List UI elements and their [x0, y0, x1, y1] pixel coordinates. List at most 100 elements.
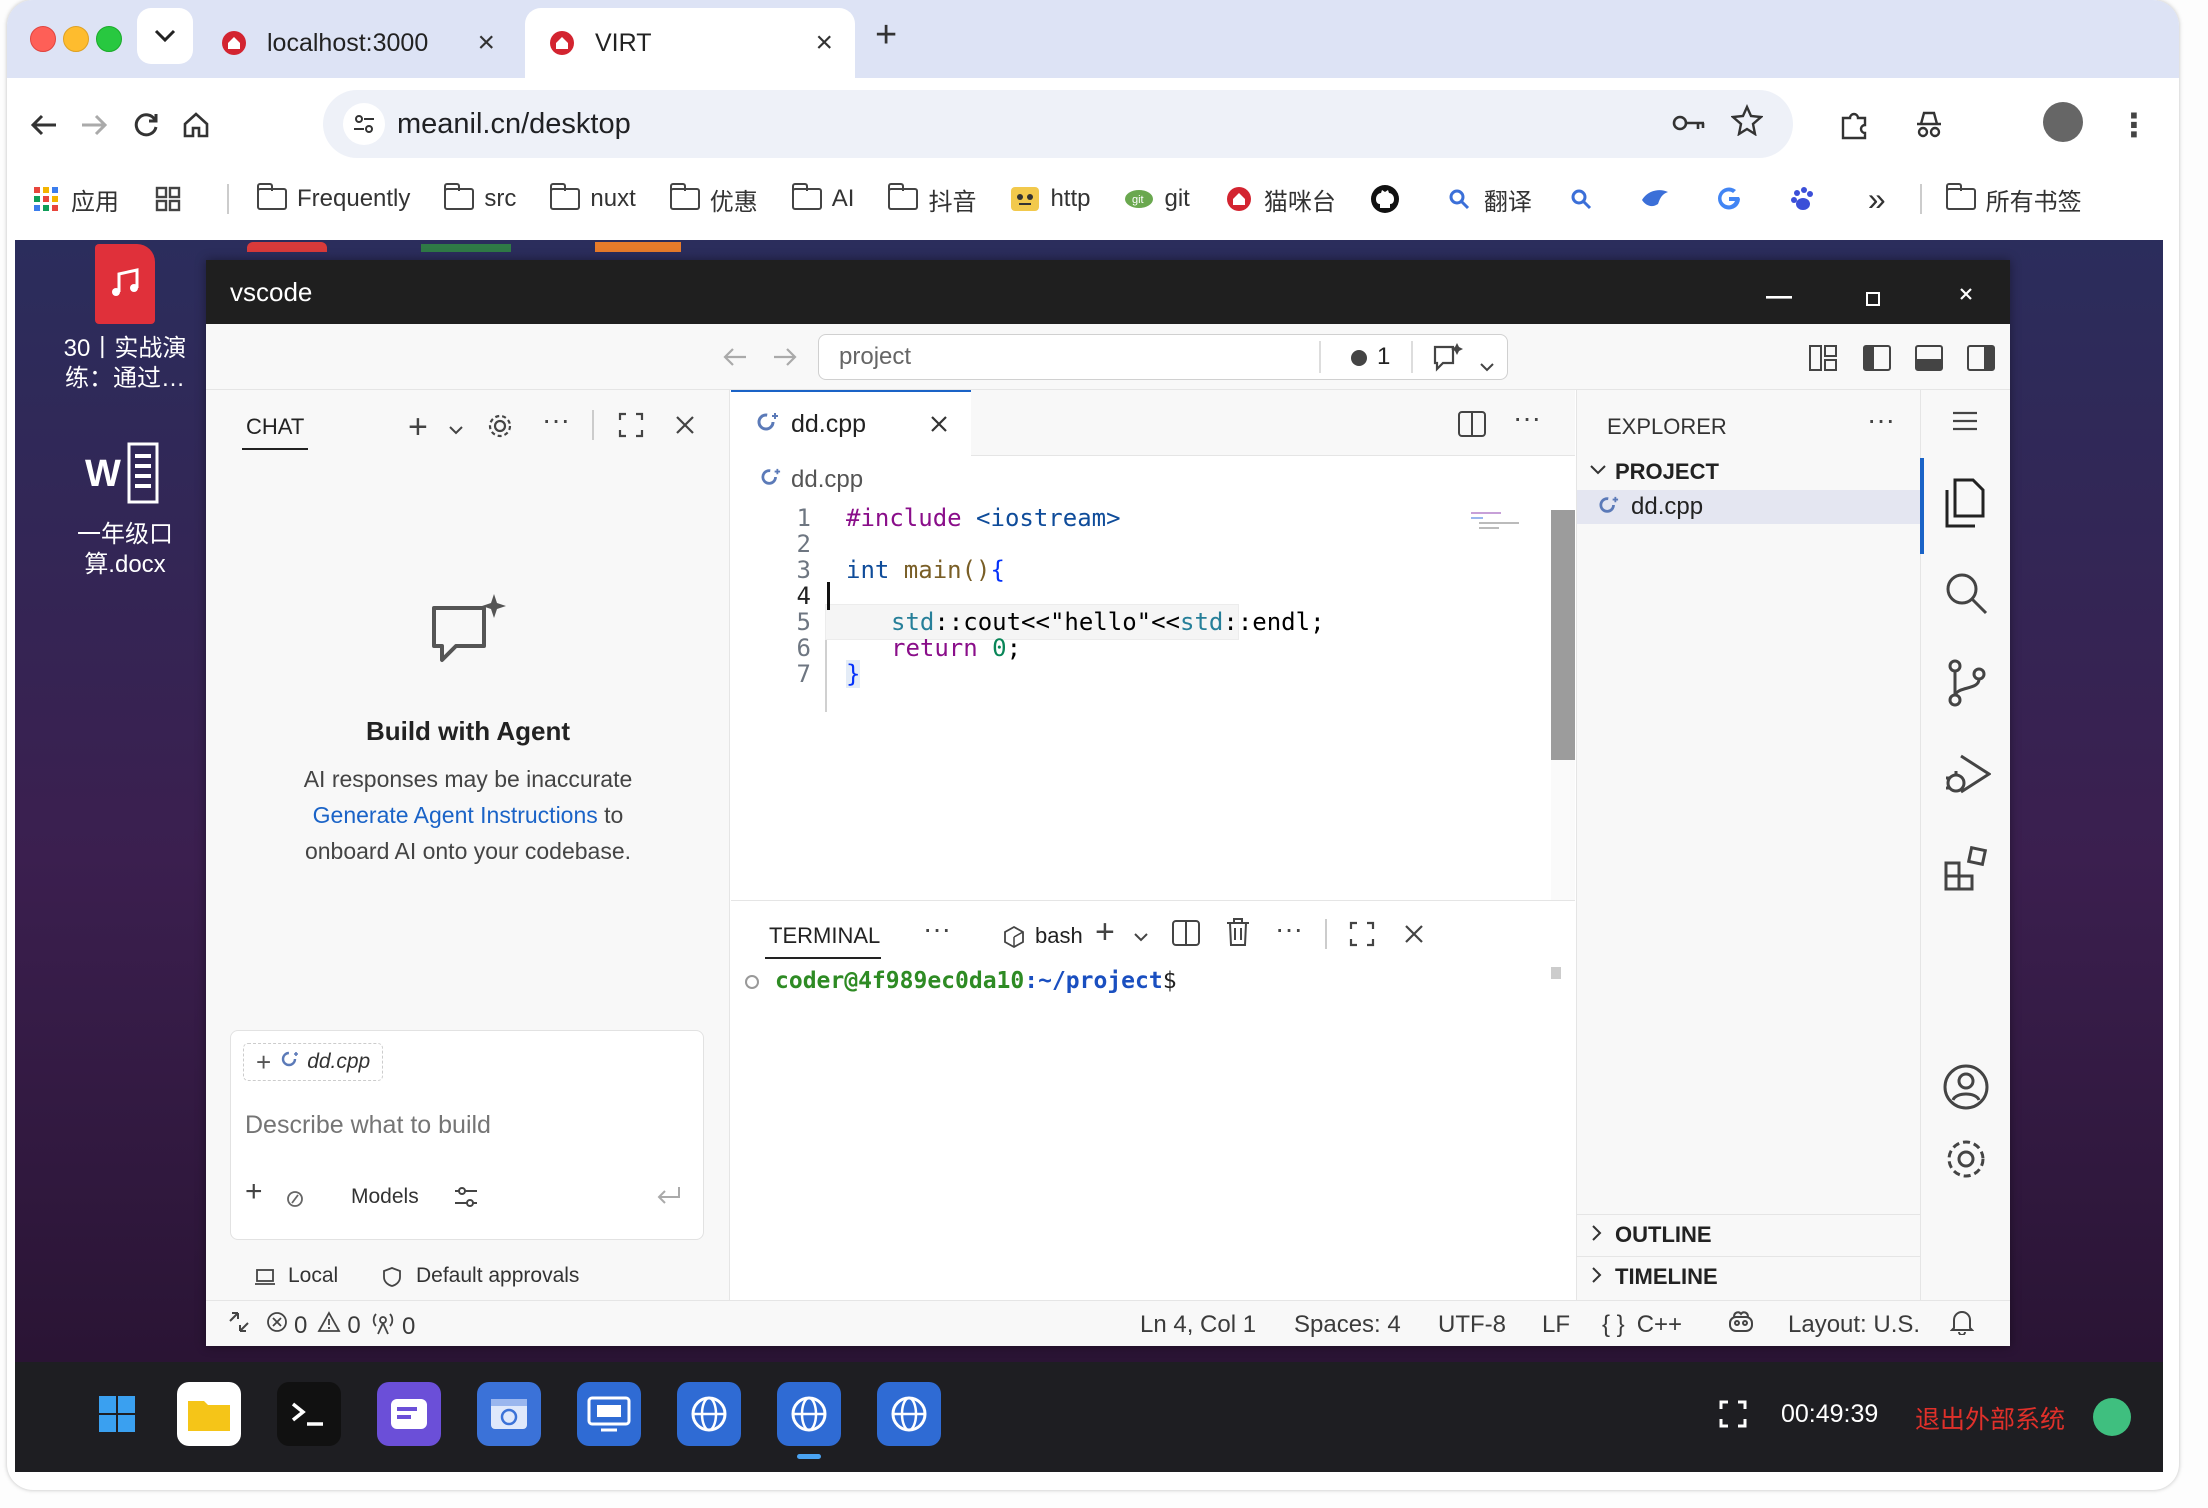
maximize-panel-icon[interactable]: [618, 412, 644, 443]
bookmark-google[interactable]: [1714, 186, 1754, 212]
close-window-button[interactable]: [30, 26, 56, 52]
extensions-puzzle-icon[interactable]: [1837, 108, 1871, 142]
bookmark-apps[interactable]: 应用: [31, 182, 119, 217]
source-control-icon[interactable]: [1945, 658, 1989, 713]
new-tab-button[interactable]: +: [875, 14, 897, 57]
explorer-file-dd-cpp[interactable]: dd.cpp: [1577, 490, 1921, 524]
bookmark-bird[interactable]: [1640, 186, 1680, 212]
terminal-shell-label[interactable]: bash: [1035, 923, 1083, 949]
close-tab-icon[interactable]: ×: [815, 26, 833, 60]
minimap[interactable]: [1471, 512, 1533, 538]
problems-indicator[interactable]: 0 0: [266, 1311, 361, 1340]
notifications-bell-icon[interactable]: [1949, 1309, 1975, 1342]
bookmark-frequently[interactable]: Frequently: [257, 183, 410, 213]
scrollbar-thumb[interactable]: [1551, 510, 1575, 760]
incognito-icon[interactable]: [1912, 108, 1946, 142]
session-location-picker[interactable]: Local: [288, 1264, 338, 1288]
bookmark-fanyi[interactable]: 翻译: [1444, 182, 1532, 217]
bookmark-src[interactable]: src: [444, 183, 516, 213]
more-actions-icon[interactable]: ···: [542, 404, 570, 436]
password-key-icon[interactable]: [1671, 108, 1707, 143]
agent-mode-icon[interactable]: [285, 1189, 305, 1214]
desktop-icon-word-file[interactable]: W 一年级口算.docx: [45, 440, 205, 580]
code-area[interactable]: 1 #include <iostream> 2 3 int main(){ 4 5s…: [731, 500, 1575, 900]
close-panel-icon[interactable]: [1403, 923, 1425, 950]
minimize-button[interactable]: [1766, 276, 1792, 307]
forward-arrow-icon[interactable]: [77, 108, 111, 142]
indentation[interactable]: Spaces: 4: [1294, 1311, 1401, 1339]
maximize-button[interactable]: [1866, 282, 1880, 313]
tools-sliders-icon[interactable]: [453, 1185, 479, 1214]
bookmark-youhui[interactable]: 优惠: [669, 182, 758, 217]
globe-app-icon-active[interactable]: [777, 1382, 841, 1446]
start-windows-icon[interactable]: [85, 1382, 149, 1446]
add-context-plus-icon[interactable]: +: [256, 1047, 271, 1078]
exit-external-system-button[interactable]: 退出外部系统: [1915, 1400, 2065, 1436]
models-picker[interactable]: Models: [351, 1185, 419, 1209]
more-actions-icon[interactable]: ···: [923, 913, 951, 945]
close-tab-icon[interactable]: [929, 414, 949, 439]
ports-indicator[interactable]: 0: [370, 1311, 415, 1342]
close-panel-icon[interactable]: [674, 414, 696, 441]
browser-tab-virt[interactable]: VIRT ×: [525, 8, 855, 78]
chat-app-icon[interactable]: [377, 1382, 441, 1446]
bookmark-tab-groups[interactable]: [153, 186, 193, 212]
command-center-search[interactable]: project 1: [818, 334, 1508, 380]
language-mode[interactable]: { } C++: [1602, 1311, 1682, 1339]
terminal-scrollbar[interactable]: [1551, 967, 1561, 979]
more-actions-icon[interactable]: ···: [1867, 404, 1895, 436]
maximize-panel-icon[interactable]: [1349, 921, 1375, 952]
bookmark-star-icon[interactable]: [1730, 104, 1764, 141]
send-enter-icon[interactable]: [655, 1185, 683, 1212]
profile-avatar[interactable]: [2043, 102, 2083, 142]
browser-menu-kebab-icon[interactable]: ⋮: [2117, 107, 2151, 143]
fullscreen-icon[interactable]: [1719, 1400, 1747, 1433]
all-bookmarks-folder[interactable]: 所有书签: [1945, 182, 2082, 217]
bookmark-github[interactable]: [1370, 185, 1410, 213]
toggle-panel-icon[interactable]: [1914, 344, 1944, 377]
bookmark-ai[interactable]: AI: [791, 183, 854, 213]
browser-tab-localhost[interactable]: localhost:3000 ×: [197, 8, 517, 78]
desktop-icon-music-file[interactable]: 30丨实战演练：通过…: [45, 244, 205, 394]
bookmark-http[interactable]: http: [1010, 185, 1090, 213]
bookmark-baidu[interactable]: [1788, 186, 1828, 212]
outline-section-header[interactable]: OUTLINE: [1577, 1218, 1921, 1252]
bookmark-search[interactable]: [1566, 186, 1606, 212]
toggle-secondary-sidebar-icon[interactable]: [1966, 344, 1996, 377]
toggle-primary-sidebar-icon[interactable]: [1862, 344, 1892, 377]
bookmark-douyin[interactable]: 抖音: [888, 182, 976, 217]
close-tab-icon[interactable]: ×: [477, 26, 495, 60]
terminal-output[interactable]: coder@4f989ec0da10:~/project$: [745, 959, 1545, 1259]
chevron-down-icon[interactable]: [448, 422, 464, 440]
copilot-chat-icon[interactable]: [1431, 341, 1465, 380]
tab-search-button[interactable]: [137, 8, 193, 64]
editor-scrollbar[interactable]: [1551, 510, 1575, 900]
keyboard-layout[interactable]: Layout: U.S.: [1788, 1311, 1920, 1339]
customize-layout-icon[interactable]: [1808, 344, 1838, 377]
menu-hamburger-icon[interactable]: [1951, 410, 1979, 437]
editor-tab-dd-cpp[interactable]: dd.cpp: [731, 390, 971, 457]
site-info-icon[interactable]: [343, 103, 385, 145]
chevron-down-icon[interactable]: [1479, 351, 1495, 379]
approvals-picker[interactable]: Default approvals: [416, 1264, 579, 1288]
address-bar[interactable]: meanil.cn/desktop: [323, 90, 1793, 158]
terminal-app-icon[interactable]: [277, 1382, 341, 1446]
copilot-status-icon[interactable]: [1726, 1309, 1756, 1342]
nav-forward-icon[interactable]: [772, 346, 798, 373]
breadcrumb[interactable]: dd.cpp: [761, 466, 863, 494]
bookmark-git[interactable]: git git: [1124, 185, 1190, 213]
globe-app-icon[interactable]: [677, 1382, 741, 1446]
bookmark-nuxt[interactable]: nuxt: [550, 183, 636, 213]
new-terminal-plus-icon[interactable]: +: [1095, 913, 1115, 952]
close-button[interactable]: [1958, 278, 1974, 309]
encoding[interactable]: UTF-8: [1438, 1311, 1506, 1339]
trash-icon[interactable]: [1225, 917, 1251, 952]
chevron-down-icon[interactable]: [1133, 929, 1149, 947]
reload-icon[interactable]: [129, 108, 163, 142]
extensions-icon[interactable]: [1943, 845, 1989, 897]
globe-app-icon[interactable]: [877, 1382, 941, 1446]
end-of-line[interactable]: LF: [1542, 1311, 1570, 1339]
manage-gear-icon[interactable]: [1943, 1136, 1989, 1187]
split-terminal-icon[interactable]: [1171, 919, 1201, 952]
attach-plus-icon[interactable]: +: [245, 1175, 263, 1209]
